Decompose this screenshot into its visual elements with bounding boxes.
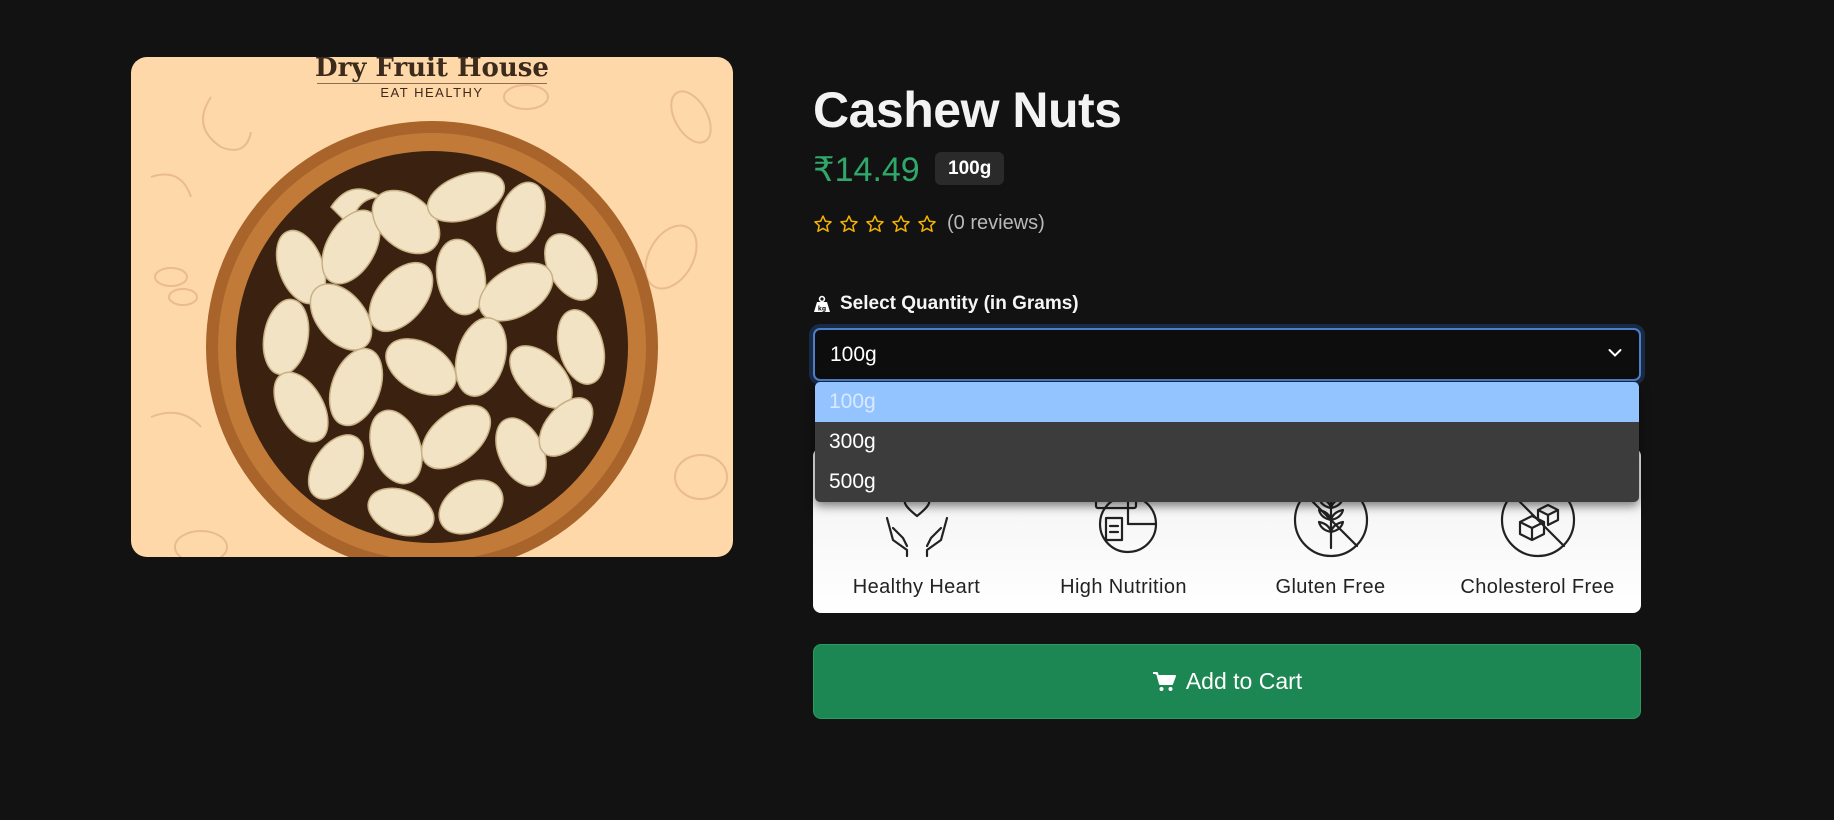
chevron-down-icon [1608, 349, 1622, 357]
quantity-label-text: Select Quantity (in Grams) [840, 293, 1079, 314]
add-to-cart-button[interactable]: Add to Cart [813, 644, 1641, 719]
brand-name: Dry Fruit House [315, 57, 549, 83]
feature-label: Cholesterol Free [1460, 576, 1615, 598]
feature-label: Healthy Heart [852, 576, 981, 598]
product-price: ₹14.49 [813, 151, 920, 189]
cart-icon [1152, 671, 1176, 691]
star-icon [840, 214, 858, 232]
svg-text:kg: kg [818, 306, 826, 313]
product-title: Cashew Nuts [813, 82, 1122, 138]
quantity-label: kg Select Quantity (in Grams) [813, 293, 1079, 315]
quantity-dropdown[interactable]: 100g 300g 500g [815, 382, 1639, 502]
quantity-option[interactable]: 500g [815, 462, 1639, 502]
rating: (0 reviews) [813, 212, 1045, 235]
star-icon [918, 214, 936, 232]
add-to-cart-label: Add to Cart [1185, 668, 1303, 694]
cashew-bowl-image [150, 84, 728, 557]
star-icon [892, 214, 910, 232]
quantity-option[interactable]: 300g [815, 422, 1639, 462]
brand-divider [317, 83, 547, 84]
star-icon [814, 214, 832, 232]
product-image: Dry Fruit House EAT HEALTHY [131, 57, 733, 557]
brand-tagline: EAT HEALTHY [380, 85, 484, 100]
feature-label: Gluten Free [1275, 576, 1386, 598]
weight-badge: 100g [935, 152, 1005, 185]
quantity-select-value: 100g [830, 343, 877, 366]
reviews-count: (0 reviews) [947, 212, 1045, 234]
feature-label: High Nutrition [1060, 576, 1187, 598]
brand-logo: Dry Fruit House EAT HEALTHY [131, 57, 733, 102]
star-icon [866, 214, 884, 232]
quantity-option[interactable]: 100g [815, 382, 1639, 422]
weight-icon: kg [814, 295, 830, 313]
quantity-select[interactable]: 100g [813, 328, 1641, 381]
